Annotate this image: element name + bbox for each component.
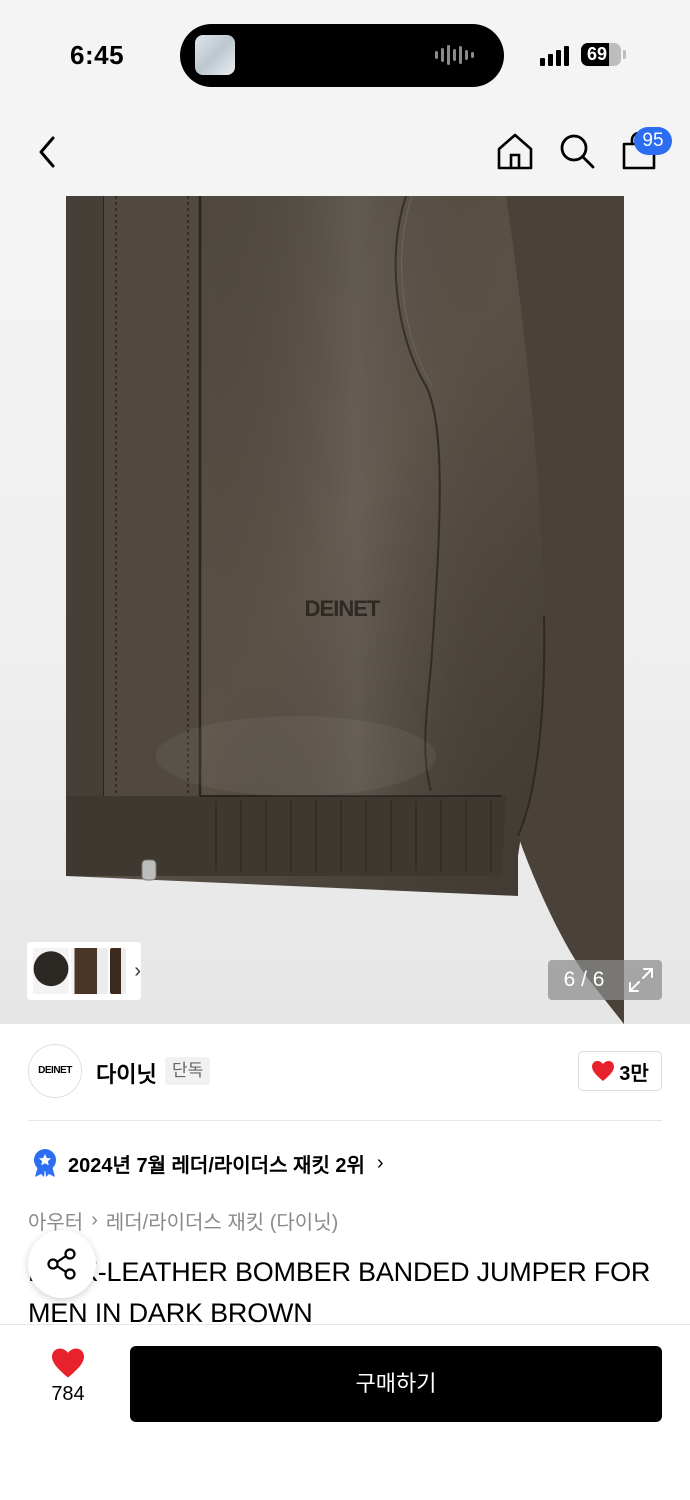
- chevron-right-icon: ›: [376, 1151, 384, 1174]
- brand-name[interactable]: 다이닛: [96, 1057, 157, 1089]
- bottom-action-bar: 784 구매하기: [0, 1324, 690, 1500]
- cart-count-badge: 95: [634, 127, 672, 155]
- ranking-text: 2024년 7월 레더/라이더스 재킷 2위: [68, 1154, 365, 1177]
- divider: [28, 1120, 662, 1121]
- product-image-logo: DEINET: [305, 596, 381, 621]
- dynamic-island[interactable]: [180, 24, 504, 87]
- home-icon: [497, 133, 533, 170]
- brand-like-count: 3만: [619, 1062, 649, 1085]
- brand-row[interactable]: DEINET 다이닛 단독 3만: [0, 1024, 690, 1120]
- product-gallery[interactable]: DEINET › 6 / 6: [0, 196, 690, 1024]
- breadcrumb-subcategory[interactable]: 레더/라이더스 재킷 (다이닛): [106, 1206, 338, 1235]
- ranking-medal-icon: [34, 1149, 56, 1177]
- battery-tip: [623, 50, 626, 59]
- share-icon: [47, 1248, 76, 1280]
- back-button[interactable]: [26, 130, 70, 174]
- heart-icon: [592, 1061, 615, 1081]
- thumbnail-3[interactable]: [109, 948, 127, 994]
- thumbnail-strip[interactable]: ›: [27, 942, 141, 1000]
- buy-button[interactable]: 구매하기: [130, 1346, 662, 1422]
- breadcrumb: 아우터 › 레더/라이더스 재킷 (다이닛): [28, 1206, 338, 1235]
- home-button[interactable]: [492, 128, 538, 174]
- thumbnail-1[interactable]: [33, 948, 70, 994]
- expand-icon: [629, 968, 653, 992]
- chevron-right-icon[interactable]: ›: [134, 960, 141, 983]
- audio-waveform-icon: [435, 44, 474, 66]
- chevron-right-icon: ›: [91, 1209, 98, 1231]
- search-icon: [560, 134, 595, 169]
- status-time: 6:45: [70, 40, 125, 70]
- fullscreen-button[interactable]: [620, 960, 662, 1000]
- chevron-left-icon: [39, 136, 55, 168]
- cellular-signal-icon: [540, 44, 569, 66]
- wishlist-button[interactable]: 784: [30, 1347, 106, 1421]
- image-counter: 6 / 6: [548, 960, 620, 1000]
- product-image[interactable]: DEINET: [66, 196, 624, 1024]
- share-button[interactable]: [28, 1230, 96, 1298]
- search-button[interactable]: [554, 128, 600, 174]
- brand-logo[interactable]: DEINET: [28, 1044, 82, 1098]
- thumbnail-2[interactable]: [71, 948, 108, 994]
- brand-like-button[interactable]: 3만: [578, 1051, 662, 1091]
- battery-percent: 69: [587, 44, 608, 64]
- ranking-banner[interactable]: 2024년 7월 레더/라이더스 재킷 2위 ›: [32, 1148, 384, 1178]
- heart-icon: [52, 1348, 84, 1378]
- top-nav: [0, 112, 690, 196]
- battery-icon: 69: [581, 43, 621, 66]
- wishlist-count: 784: [51, 1383, 85, 1405]
- status-bar: 6:45 69: [0, 0, 690, 112]
- now-playing-artwork: [195, 35, 235, 75]
- product-title: FAUX-LEATHER BOMBER BANDED JUMPER FOR ME…: [28, 1257, 651, 1328]
- exclusive-tag: 단독: [165, 1057, 211, 1085]
